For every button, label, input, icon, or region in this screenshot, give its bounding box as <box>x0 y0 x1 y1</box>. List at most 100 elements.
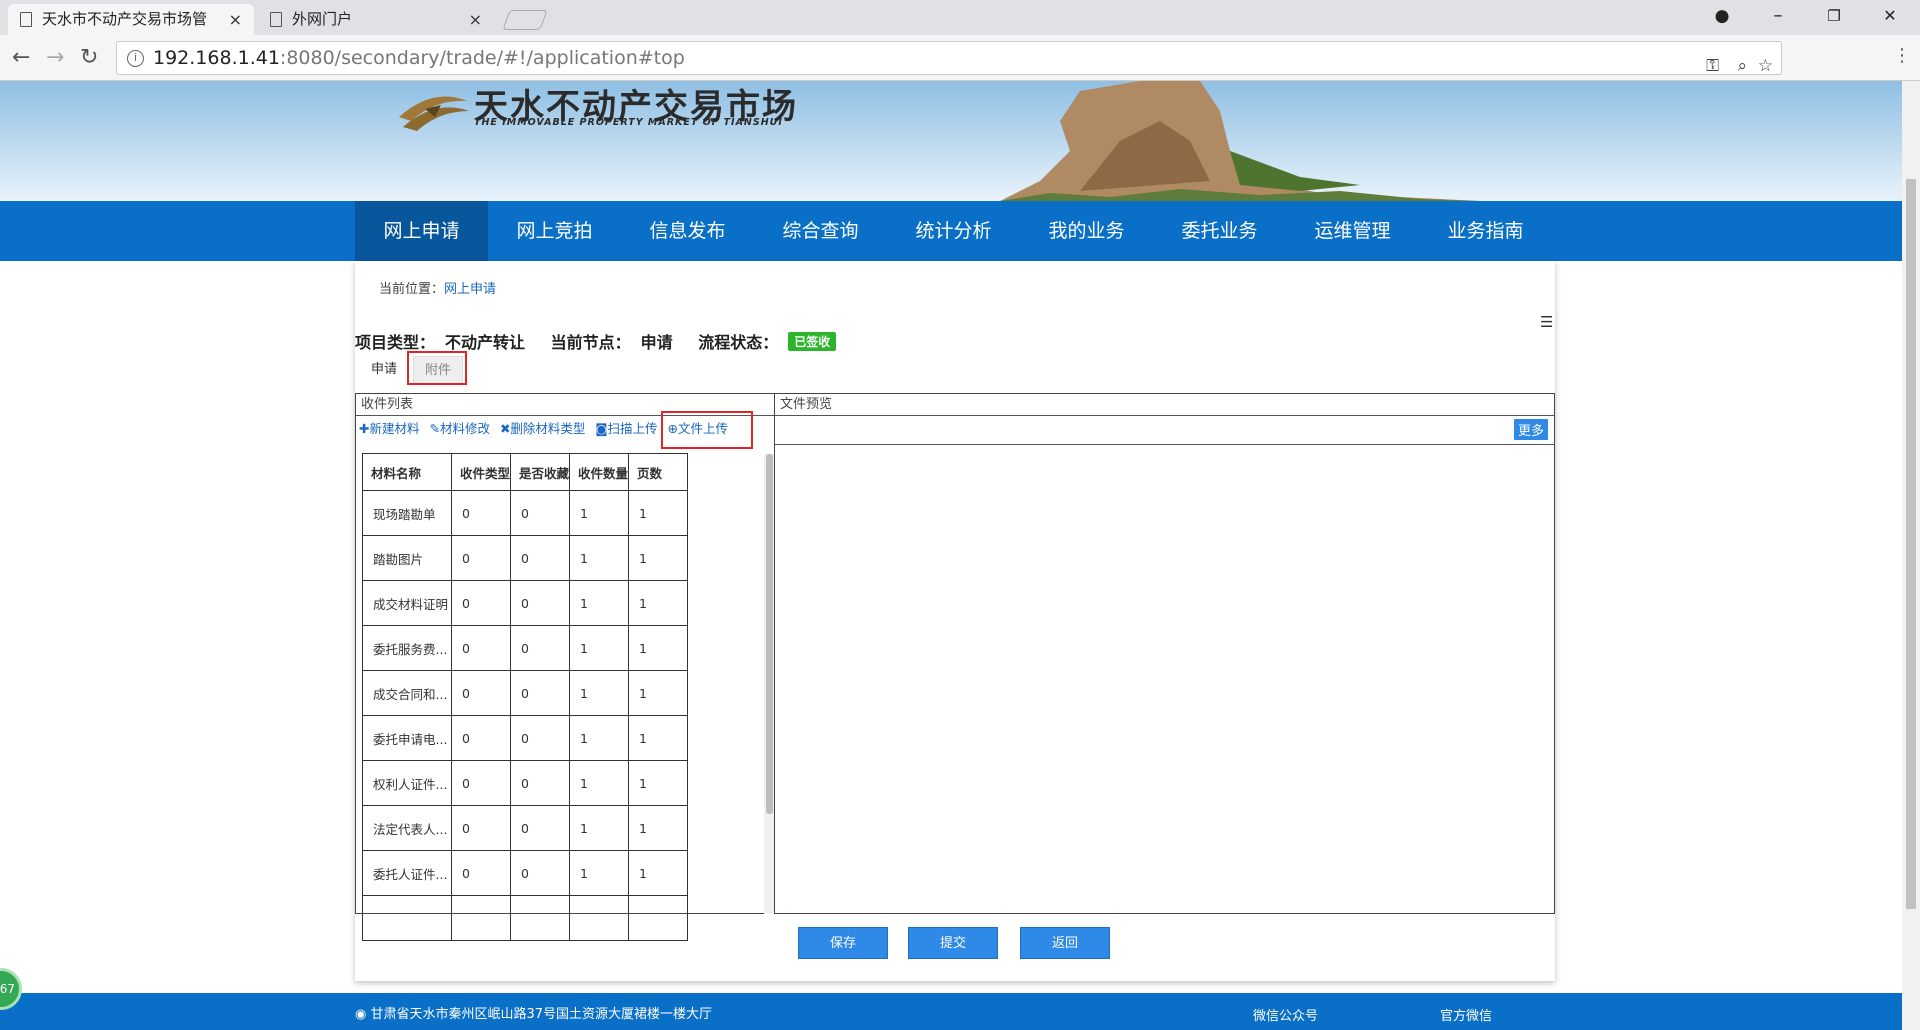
more-button[interactable]: 更多 <box>1513 419 1548 440</box>
highlight-box-attachment-tab <box>407 351 467 385</box>
web-page: 天水不动产交易市场 THE IMMOVABLE PROPERTY MARKET … <box>0 81 1902 1030</box>
site-logo-subtitle: THE IMMOVABLE PROPERTY MARKET OF TIANSHU… <box>474 117 783 128</box>
page-scrollbar-thumb[interactable] <box>1906 179 1916 909</box>
cell-material-name: 法定代表人... <box>362 805 452 851</box>
close-tab-icon[interactable]: × <box>469 4 482 35</box>
new-material-button[interactable]: ✚新建材料 <box>359 421 419 436</box>
column-header[interactable]: 收件类型 <box>451 453 511 491</box>
edit-material-button[interactable]: ✎材料修改 <box>429 421 489 436</box>
save-button[interactable]: 保存 <box>798 927 888 959</box>
breadcrumb-prefix: 当前位置： <box>379 282 445 297</box>
page-scrollbar[interactable] <box>1902 81 1920 1030</box>
list-menu-icon[interactable]: ☰ <box>1540 313 1553 331</box>
nav-statistics[interactable]: 统计分析 <box>887 201 1020 261</box>
back-button[interactable]: 返回 <box>1020 927 1110 959</box>
browser-tab[interactable]: 外网门户 × <box>258 4 494 35</box>
nav-ops-management[interactable]: 运维管理 <box>1286 201 1419 261</box>
cell-pages: 1 <box>628 850 688 896</box>
table-row[interactable]: 成交合同和... 0 0 1 1 <box>362 670 688 716</box>
restore-button[interactable]: ❐ <box>1806 0 1862 32</box>
delete-material-type-button[interactable]: ✖删除材料类型 <box>500 421 585 436</box>
column-header[interactable]: 页数 <box>628 453 688 491</box>
close-tab-icon[interactable]: × <box>229 4 242 35</box>
cell-receipt-type: 0 <box>451 760 511 806</box>
column-header[interactable]: 收件数量 <box>569 453 629 491</box>
cell-favorite <box>510 895 570 941</box>
cliff-image <box>1000 81 1480 201</box>
profile-icon[interactable]: ● <box>1694 0 1750 32</box>
zoom-icon[interactable]: ⌕ <box>1737 50 1747 82</box>
nav-online-auction[interactable]: 网上竞拍 <box>488 201 621 261</box>
nav-query[interactable]: 综合查询 <box>754 201 887 261</box>
back-arrow-icon[interactable]: ← <box>12 45 30 70</box>
nav-entrusted-business[interactable]: 委托业务 <box>1153 201 1286 261</box>
table-row[interactable]: 现场踏勘单 0 0 1 1 <box>362 490 688 536</box>
cell-pages: 1 <box>628 490 688 536</box>
cell-pages: 1 <box>628 805 688 851</box>
cell-quantity: 1 <box>569 535 629 581</box>
table-row[interactable]: 委托服务费... 0 0 1 1 <box>362 625 688 671</box>
info-icon[interactable]: i <box>127 50 144 67</box>
cell-material-name: 权利人证件... <box>362 760 452 806</box>
tab-apply[interactable]: 申请 <box>361 356 407 384</box>
cell-receipt-type: 0 <box>451 490 511 536</box>
cell-quantity <box>569 895 629 941</box>
scan-upload-button[interactable]: ◙扫描上传 <box>595 421 657 436</box>
nav-online-apply[interactable]: 网上申请 <box>355 201 488 261</box>
cell-material-name: 委托人证件... <box>362 850 452 896</box>
tab-title: 天水市不动产交易市场管 <box>42 10 208 28</box>
key-icon[interactable]: ⚿ <box>1706 50 1719 82</box>
tab-title: 外网门户 <box>292 10 353 28</box>
table-row[interactable]: 委托人证件... 0 0 1 1 <box>362 850 688 896</box>
cell-pages: 1 <box>628 670 688 716</box>
footer-wechat-public[interactable]: 微信公众号 <box>1253 1005 1318 1024</box>
cell-quantity: 1 <box>569 670 629 716</box>
cell-favorite: 0 <box>510 490 570 536</box>
footer-address-text: 甘肃省天水市秦州区岷山路37号国土资源大厦裙楼一楼大厅 <box>370 1007 713 1022</box>
table-scrollbar-thumb[interactable] <box>766 454 773 814</box>
column-header[interactable]: 材料名称 <box>362 453 452 491</box>
cell-pages: 1 <box>628 715 688 761</box>
main-navigation: 网上申请 网上竞拍 信息发布 综合查询 统计分析 我的业务 委托业务 运维管理 … <box>0 201 1902 261</box>
forward-arrow-icon[interactable]: → <box>46 45 64 70</box>
browser-tab-active[interactable]: 天水市不动产交易市场管 × <box>8 4 254 35</box>
table-row[interactable]: 委托申请电... 0 0 1 1 <box>362 715 688 761</box>
close-window-button[interactable]: ✕ <box>1862 0 1918 32</box>
cell-favorite: 0 <box>510 625 570 671</box>
cell-quantity: 1 <box>569 625 629 671</box>
minimize-button[interactable]: – <box>1750 0 1806 32</box>
table-row[interactable]: 权利人证件... 0 0 1 1 <box>362 760 688 806</box>
cell-pages <box>628 895 688 941</box>
table-row[interactable]: 踏勘图片 0 0 1 1 <box>362 535 688 581</box>
cell-quantity: 1 <box>569 760 629 806</box>
cell-receipt-type: 0 <box>451 535 511 581</box>
table-row[interactable]: 法定代表人... 0 0 1 1 <box>362 805 688 851</box>
highlight-box-file-upload <box>661 411 753 449</box>
cell-favorite: 0 <box>510 850 570 896</box>
new-tab-button[interactable] <box>502 10 548 30</box>
project-info: 项目类型： 不动产转让 当前节点： 申请 流程状态： 已签收 <box>355 329 856 353</box>
file-preview-panel: 文件预览 更多 <box>774 393 1555 914</box>
submit-button[interactable]: 提交 <box>908 927 998 959</box>
cell-material-name <box>362 895 452 941</box>
table-row[interactable] <box>362 895 688 941</box>
nav-info-release[interactable]: 信息发布 <box>621 201 754 261</box>
cell-material-name: 委托服务费... <box>362 625 452 671</box>
table-scrollbar[interactable] <box>764 454 774 914</box>
nav-my-business[interactable]: 我的业务 <box>1020 201 1153 261</box>
breadcrumb-link[interactable]: 网上申请 <box>444 282 496 297</box>
cell-favorite: 0 <box>510 580 570 626</box>
site-banner: 天水不动产交易市场 THE IMMOVABLE PROPERTY MARKET … <box>0 81 1902 201</box>
reload-icon[interactable]: ↻ <box>80 45 98 70</box>
bookmark-star-icon[interactable]: ☆ <box>1758 50 1773 82</box>
table-row[interactable]: 成交材料证明 0 0 1 1 <box>362 580 688 626</box>
footer-wechat-official[interactable]: 官方微信 <box>1440 1005 1492 1024</box>
column-header[interactable]: 是否收藏 <box>510 453 570 491</box>
menu-icon[interactable]: ⋮ <box>1893 45 1911 66</box>
status-badge: 已签收 <box>788 332 837 351</box>
current-node-label: 当前节点： <box>550 333 631 352</box>
cell-material-name: 现场踏勘单 <box>362 490 452 536</box>
cell-material-name: 成交材料证明 <box>362 580 452 626</box>
address-bar[interactable]: i 192.168.1.41:8080/secondary/trade/#!/a… <box>116 41 1782 76</box>
nav-business-guide[interactable]: 业务指南 <box>1419 201 1552 261</box>
